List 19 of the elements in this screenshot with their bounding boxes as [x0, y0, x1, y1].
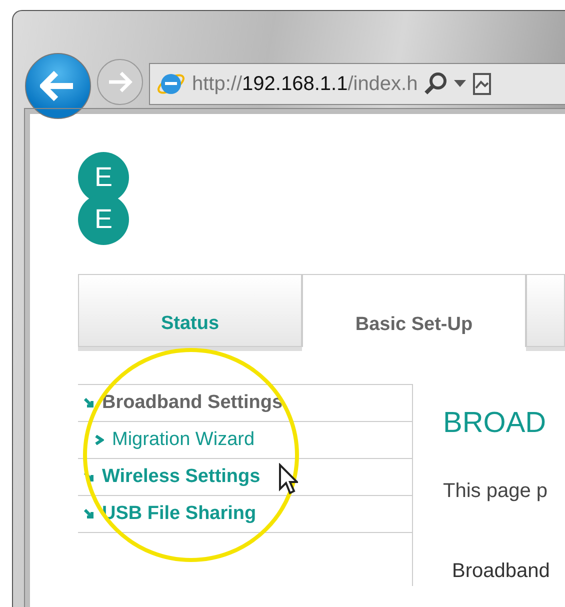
- field-label: Broadband: [452, 558, 550, 584]
- chevron-icon: [84, 509, 94, 519]
- mouse-cursor-icon: [278, 463, 298, 495]
- dropdown-caret-icon[interactable]: [454, 80, 466, 88]
- forward-button[interactable]: [97, 59, 143, 105]
- sidebar-item[interactable]: Migration Wizard: [78, 422, 412, 459]
- search-icon[interactable]: [424, 72, 448, 96]
- chevron-icon: [94, 435, 104, 445]
- tab[interactable]: Basic Set-Up: [302, 274, 526, 347]
- chevron-icon: [84, 398, 94, 408]
- page-heading: BROAD: [443, 406, 548, 441]
- chevron-icon: [84, 472, 94, 482]
- page-icon[interactable]: [472, 72, 492, 96]
- back-arrow-icon: [40, 70, 76, 102]
- address-field[interactable]: http://192.168.1.1/index.h: [149, 63, 565, 105]
- address-text: http://192.168.1.1/index.h: [192, 72, 418, 97]
- forward-arrow-icon: [107, 71, 133, 93]
- sidebar-item[interactable]: Broadband Settings: [78, 385, 412, 422]
- intro-text: This page p: [443, 478, 549, 504]
